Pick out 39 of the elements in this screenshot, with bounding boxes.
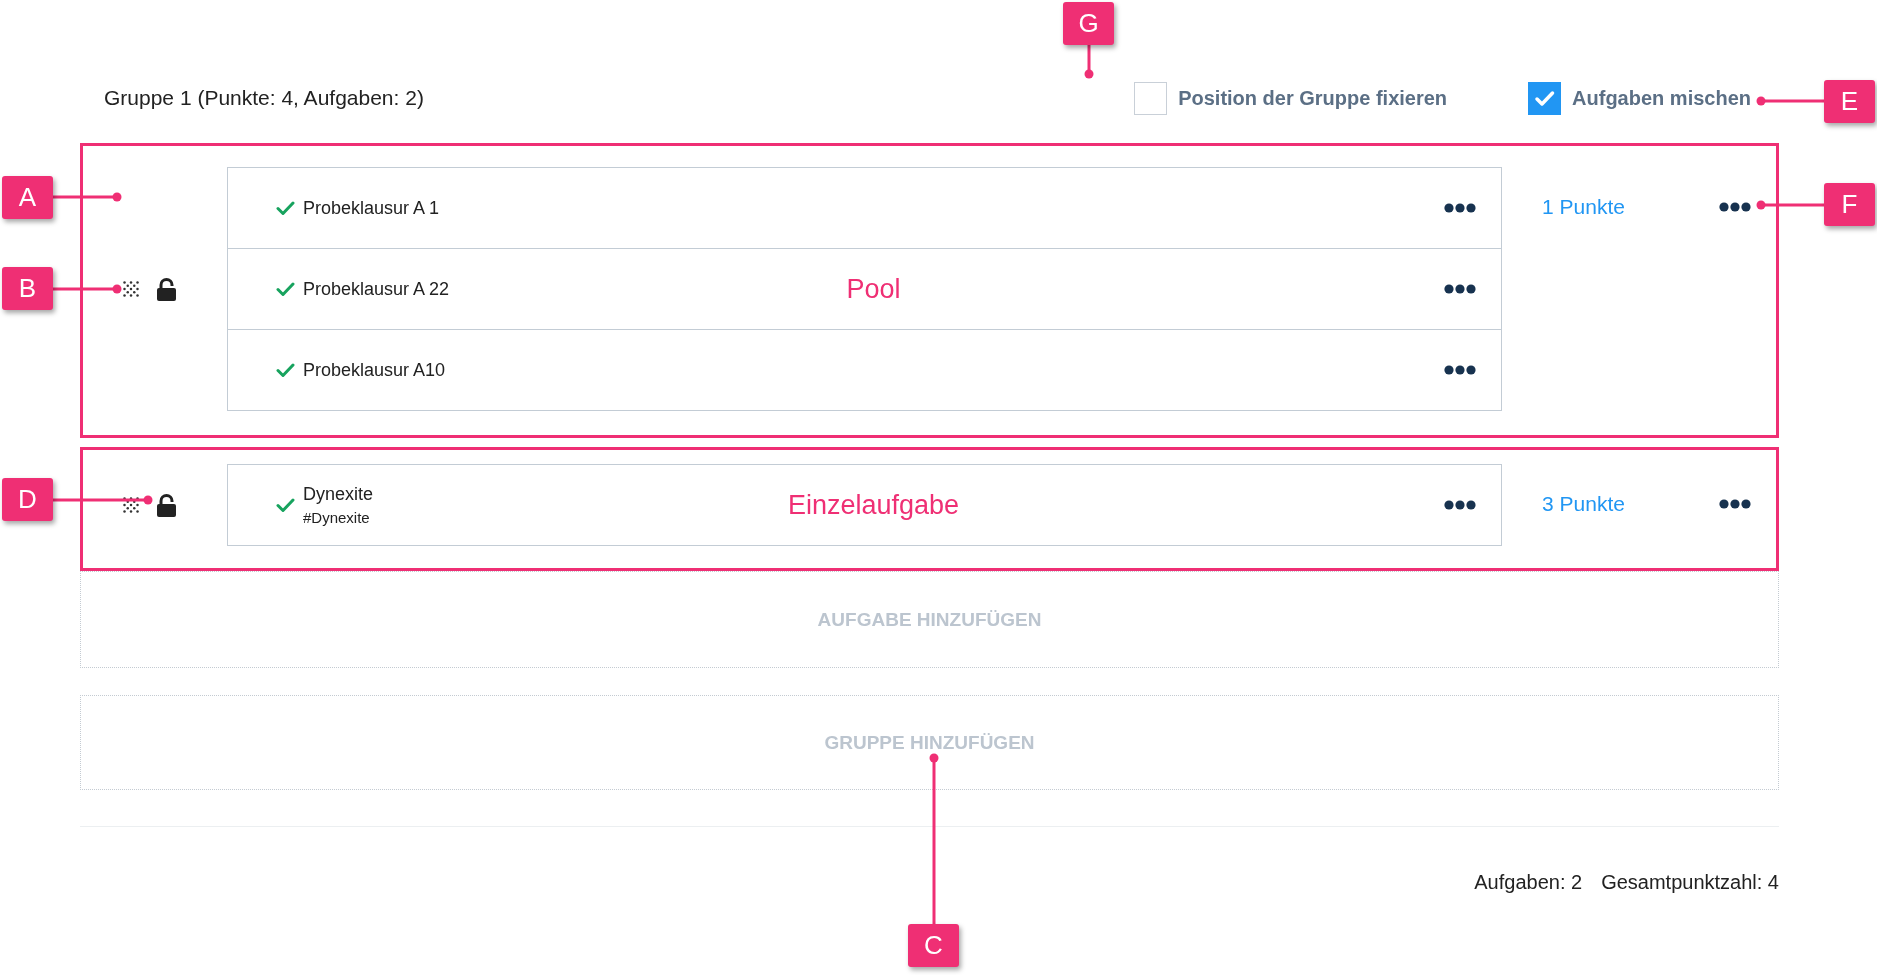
check-icon [276, 497, 295, 513]
check-icon [276, 281, 295, 297]
more-icon[interactable] [1719, 202, 1751, 212]
drag-handle-icon[interactable] [123, 497, 139, 513]
lock-icon[interactable] [156, 493, 177, 517]
total-points: Gesamtpunktzahl: 4 [1601, 870, 1779, 894]
more-icon[interactable] [1444, 500, 1476, 510]
callout-badge: F [1824, 183, 1875, 226]
task-title[interactable]: Probeklausur A10 [303, 359, 446, 381]
callout-badge: B [2, 267, 53, 310]
task-title[interactable]: Probeklausur A 22 [303, 278, 450, 300]
check-icon [276, 200, 295, 216]
callout-badge: D [2, 478, 53, 521]
annotation-label: Pool [846, 273, 901, 305]
task-count: Aufgaben: 2 [1474, 870, 1583, 894]
points-link[interactable]: 3 Punkte [1542, 492, 1625, 516]
callout-badge: A [2, 176, 53, 219]
more-icon[interactable] [1444, 203, 1476, 213]
task-title[interactable]: Probeklausur A 1 [303, 197, 440, 219]
callout-badge: E [1824, 80, 1875, 123]
callout-badge: C [908, 924, 959, 967]
checkbox-label[interactable]: Aufgaben mischen [1572, 86, 1751, 110]
checkbox-label[interactable]: Position der Gruppe fixieren [1178, 86, 1448, 110]
task-title[interactable]: Dynexite [303, 484, 374, 505]
check-icon [276, 362, 295, 378]
points-link[interactable]: 1 Punkte [1542, 195, 1625, 219]
group-title: Gruppe 1 (Punkte: 4, Aufgaben: 2) [104, 86, 424, 110]
callout-badge: G [1063, 2, 1114, 45]
annotation-label: Einzelaufgabe [787, 489, 960, 521]
callout-line [1084, 45, 1094, 79]
callout-line [1756, 96, 1824, 106]
more-icon[interactable] [1719, 499, 1751, 509]
task-tag: #Dynexite [303, 509, 370, 526]
checkbox[interactable] [1134, 81, 1168, 115]
checkbox[interactable] [1528, 81, 1562, 115]
drag-handle-icon[interactable] [123, 281, 139, 297]
more-icon[interactable] [1444, 365, 1476, 375]
more-icon[interactable] [1444, 284, 1476, 294]
lock-icon[interactable] [156, 277, 177, 301]
